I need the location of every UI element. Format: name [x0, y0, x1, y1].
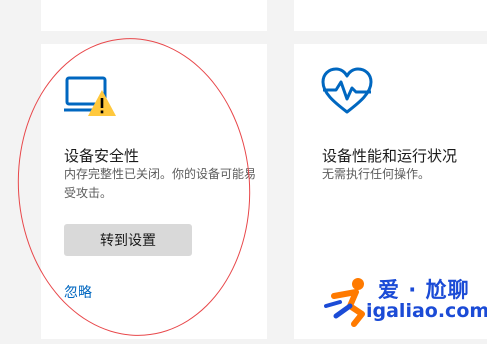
- device-health-description: 无需执行任何操作。: [322, 167, 431, 181]
- card-top-right: [294, 0, 487, 31]
- dismiss-link[interactable]: 忽略: [64, 282, 92, 302]
- laptop-warning-icon: [64, 76, 116, 116]
- heart-pulse-icon: [321, 67, 373, 114]
- card-top-left: [41, 0, 267, 31]
- device-health-title: 设备性能和运行状况: [322, 147, 458, 165]
- go-to-settings-button[interactable]: 转到设置: [64, 224, 192, 256]
- watermark-text-bottom: igaliao.com: [366, 300, 487, 322]
- device-security-title: 设备安全性: [64, 147, 140, 165]
- device-security-description: 内存完整性已关闭。你的设备可能易受攻击。: [64, 167, 257, 200]
